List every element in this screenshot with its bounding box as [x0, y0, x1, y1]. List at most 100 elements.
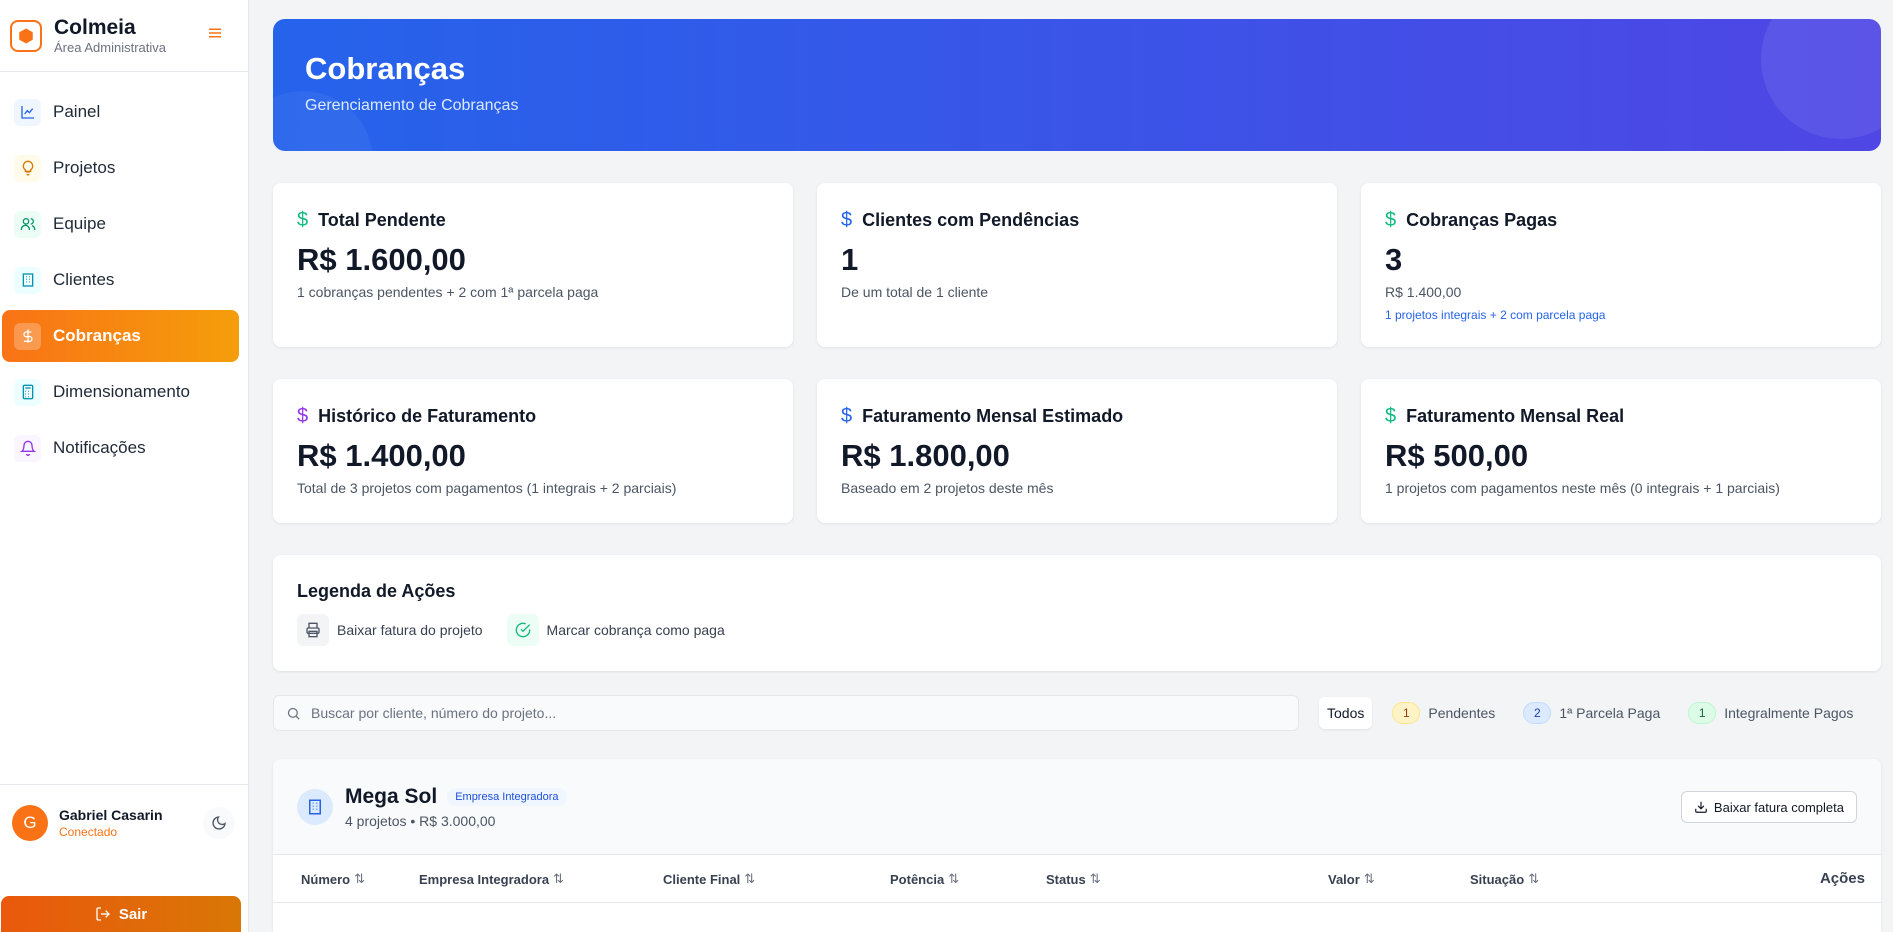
card-value: 1 — [841, 242, 859, 277]
page-header: Cobranças Gerenciamento de Cobranças — [273, 19, 1881, 151]
moon-icon[interactable] — [203, 807, 235, 839]
dollar-icon: $ — [297, 405, 309, 427]
download-full-invoice-button[interactable]: Baixar fatura completa — [1680, 791, 1857, 823]
dollar-icon: $ — [297, 209, 309, 231]
sidebar-item-label: Painel — [53, 102, 101, 121]
dollar-icon: $ — [1385, 405, 1397, 427]
card-sub: 1 cobranças pendentes + 2 com 1ª parcela… — [297, 284, 599, 300]
column-header-status[interactable]: Status ⇅ — [1046, 871, 1101, 887]
card-value: R$ 1.600,00 — [297, 242, 466, 277]
column-header-potencia[interactable]: Potência ⇅ — [890, 871, 959, 887]
printer-icon — [297, 614, 329, 646]
avatar: G — [12, 804, 48, 841]
user-status: Conectado — [59, 824, 118, 839]
stats-cards: $ Total Pendente R$ 1.600,00 1 cobranças … — [273, 183, 1881, 523]
calculator-icon — [14, 378, 41, 406]
download-label: Baixar fatura completa — [1713, 799, 1844, 815]
search-icon — [287, 707, 300, 720]
sidebar-item-label: Cobranças — [53, 326, 141, 345]
sidebar-item-dimensionamento[interactable]: Dimensionamento — [2, 366, 239, 418]
card-value: R$ 1.800,00 — [841, 438, 1010, 473]
column-header-empresa[interactable]: Empresa Integradora ⇅ — [419, 871, 564, 887]
card-value: R$ 500,00 — [1385, 438, 1529, 473]
count-badge: 1 — [1392, 702, 1421, 724]
bell-icon — [14, 434, 41, 462]
sidebar-item-projetos[interactable]: Projetos — [2, 142, 239, 194]
search-input[interactable] — [311, 705, 1271, 721]
legend-label: Baixar fatura do projeto — [337, 622, 483, 638]
card-sub: Baseado em 2 projetos deste mês — [841, 480, 1054, 496]
sidebar-item-painel[interactable]: Painel — [2, 86, 239, 138]
card-title: Total Pendente — [318, 210, 446, 230]
tab-pendentes[interactable]: 1 Pendentes — [1384, 697, 1503, 729]
download-icon — [1695, 801, 1707, 813]
chart-line-icon — [14, 98, 41, 126]
main-content: Cobranças Gerenciamento de Cobranças $ To… — [273, 19, 1881, 932]
legend-item-download: Baixar fatura do projeto — [297, 614, 483, 646]
tab-label: Pendentes — [1428, 705, 1496, 721]
building-icon — [297, 788, 333, 825]
sidebar-item-clientes[interactable]: Clientes — [2, 254, 239, 306]
card-sub: 1 projetos com pagamentos neste mês (0 i… — [1385, 480, 1780, 496]
card-value: 3 — [1385, 242, 1403, 277]
sidebar-item-equipe[interactable]: Equipe — [2, 198, 239, 250]
client-header: Mega Sol Empresa Integradora 4 projetos … — [273, 759, 1881, 855]
brand-subtitle: Área Administrativa — [54, 39, 166, 55]
sidebar-nav: Painel Projetos Equipe Clientes Cobrança… — [0, 72, 248, 474]
dollar-icon: $ — [841, 209, 853, 231]
search-box — [273, 695, 1299, 731]
sidebar-item-label: Projetos — [53, 158, 116, 177]
column-header-cliente[interactable]: Cliente Final ⇅ — [663, 871, 755, 887]
card-title: Clientes com Pendências — [862, 210, 1080, 230]
logout-button[interactable]: Sair — [1, 896, 241, 932]
card-sub: De um total de 1 cliente — [841, 284, 989, 300]
sidebar-item-label: Equipe — [53, 214, 106, 233]
hexagon-logo-icon — [10, 19, 42, 52]
logout-label: Sair — [118, 905, 148, 923]
table-row — [273, 903, 1881, 932]
sidebar-item-notificacoes[interactable]: Notificações — [2, 422, 239, 474]
card-value: R$ 1.400,00 — [297, 438, 466, 473]
dollar-icon — [14, 322, 41, 350]
building-icon — [14, 266, 41, 294]
dollar-icon: $ — [841, 405, 853, 427]
lightbulb-icon — [14, 154, 41, 182]
client-type-badge: Empresa Integradora — [447, 787, 567, 806]
table-header: Número ⇅ Empresa Integradora ⇅ Cliente Fin… — [273, 855, 1881, 903]
client-name: Mega Sol — [345, 784, 438, 808]
user-panel: G Gabriel Casarin Conectado — [0, 784, 249, 860]
card-clientes-pendencias: $ Clientes com Pendências 1 De um total d… — [817, 183, 1337, 347]
card-title: Histórico de Faturamento — [318, 406, 537, 426]
tab-label: 1ª Parcela Paga — [1559, 705, 1661, 721]
sidebar-item-label: Dimensionamento — [53, 382, 191, 401]
filter-bar: Todos 1 Pendentes 2 1ª Parcela Paga 1 In… — [273, 695, 1881, 731]
sidebar-item-cobrancas[interactable]: Cobranças — [2, 310, 239, 362]
count-badge: 1 — [1688, 702, 1717, 724]
check-circle-icon — [506, 614, 539, 646]
column-header-numero[interactable]: Número ⇅ — [301, 871, 365, 887]
menu-toggle-icon[interactable] — [206, 24, 224, 42]
status-tabs: Todos 1 Pendentes 2 1ª Parcela Paga 1 In… — [1319, 697, 1873, 729]
card-title: Faturamento Mensal Estimado — [862, 406, 1124, 426]
page-title: Cobranças — [305, 51, 466, 86]
tab-todos[interactable]: Todos — [1319, 697, 1373, 729]
card-faturamento-estimado: $ Faturamento Mensal Estimado R$ 1.800,00… — [817, 379, 1337, 523]
column-header-valor[interactable]: Valor ⇅ — [1328, 871, 1375, 887]
tab-integralmente-pagos[interactable]: 1 Integralmente Pagos — [1680, 697, 1861, 729]
user-name: Gabriel Casarin — [59, 806, 163, 823]
count-badge: 2 — [1523, 702, 1552, 724]
legend-item-mark-paid: Marcar cobrança como paga — [506, 614, 725, 646]
column-header-acoes: Ações — [1819, 870, 1865, 887]
client-meta: 4 projetos • R$ 3.000,00 — [345, 812, 496, 829]
sidebar: Colmeia Área Administrativa Painel Proje… — [0, 0, 249, 932]
tab-primeira-parcela[interactable]: 2 1ª Parcela Paga — [1515, 697, 1668, 729]
brand-header: Colmeia Área Administrativa — [0, 0, 248, 72]
card-historico-faturamento: $ Histórico de Faturamento R$ 1.400,00 To… — [273, 379, 793, 523]
tab-label: Integralmente Pagos — [1724, 705, 1854, 721]
card-cobrancas-pagas: $ Cobranças Pagas 3 R$ 1.400,00 1 projeto… — [1361, 183, 1881, 347]
card-sub: Total de 3 projetos com pagamentos (1 in… — [297, 480, 677, 496]
card-total-pendente: $ Total Pendente R$ 1.600,00 1 cobranças … — [273, 183, 793, 347]
brand-name: Colmeia — [54, 15, 136, 39]
column-header-situacao[interactable]: Situação ⇅ — [1470, 871, 1539, 887]
legend-title: Legenda de Ações — [297, 581, 456, 601]
